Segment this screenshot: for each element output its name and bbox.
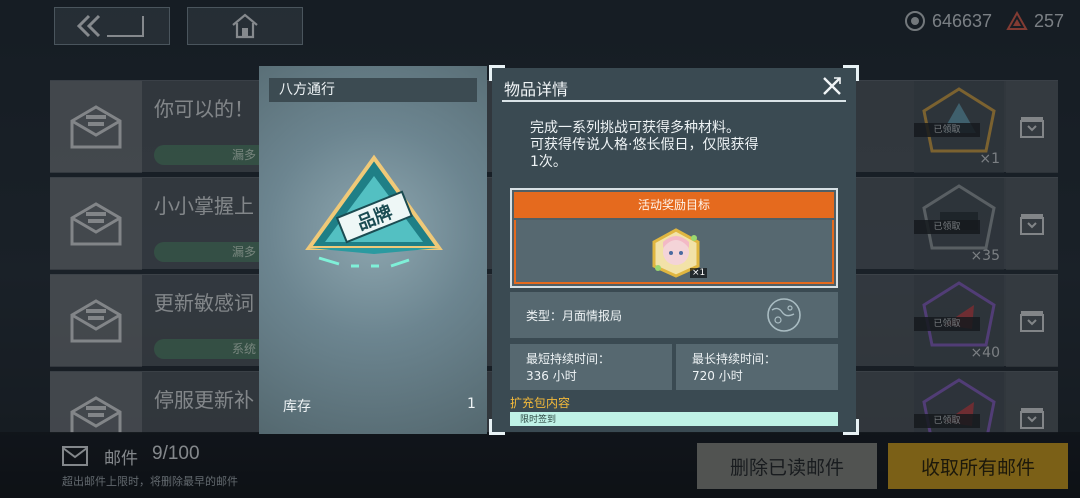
reward-goal-body: ×1 xyxy=(514,220,834,284)
min-duration-value: 336 小时 xyxy=(526,369,577,383)
description-line: 1次。 xyxy=(530,154,567,170)
stock-label: 库存 xyxy=(283,399,311,415)
detail-title: 物品详情 xyxy=(504,80,569,99)
max-duration-value: 720 小时 xyxy=(692,369,743,383)
max-duration-label: 最长持续时间： xyxy=(692,352,777,366)
reward-goal-box: 活动奖励目标 ×1 xyxy=(510,188,838,288)
min-duration-info: 最短持续时间： 336 小时 xyxy=(510,344,672,390)
item-name: 八方通行 xyxy=(269,78,477,102)
frame-corner xyxy=(843,65,859,81)
min-duration-label: 最短持续时间： xyxy=(526,352,611,366)
reward-goal-header: 活动奖励目标 xyxy=(514,192,834,218)
item-detail-panel: 物品详情 完成一系列挑战可获得多种材料。 可获得传说人格·悠长假日，仅限获得 1… xyxy=(489,65,859,435)
description-line: 完成一系列挑战可获得多种材料。 xyxy=(530,120,740,136)
pass-triangle-icon: 品牌 xyxy=(305,154,443,268)
moon-globe-icon xyxy=(767,298,801,332)
title-divider xyxy=(502,100,846,102)
frame-corner xyxy=(489,65,505,81)
frame-corner xyxy=(843,419,859,435)
reward-character-item[interactable]: ×1 xyxy=(650,228,708,278)
item-description: 完成一系列挑战可获得多种材料。 可获得传说人格·悠长假日，仅限获得 1次。 xyxy=(530,120,820,171)
pack-contents-label: 扩充包内容 xyxy=(510,396,571,410)
pack-content-item[interactable]: 限时签到 xyxy=(510,412,838,426)
stock-value: 1 xyxy=(467,396,476,412)
type-label: 类型：月面情报局 xyxy=(526,309,623,323)
type-info: 类型：月面情报局 xyxy=(510,292,838,338)
close-icon xyxy=(823,77,841,95)
reward-goal-qty: ×1 xyxy=(690,268,708,278)
max-duration-info: 最长持续时间： 720 小时 xyxy=(676,344,838,390)
close-button[interactable] xyxy=(820,74,844,98)
item-preview-panel: 八方通行 品牌 库存 1 xyxy=(259,66,487,434)
frame-corner xyxy=(489,419,505,435)
description-line: 可获得传说人格·悠长假日，仅限获得 xyxy=(530,137,759,153)
